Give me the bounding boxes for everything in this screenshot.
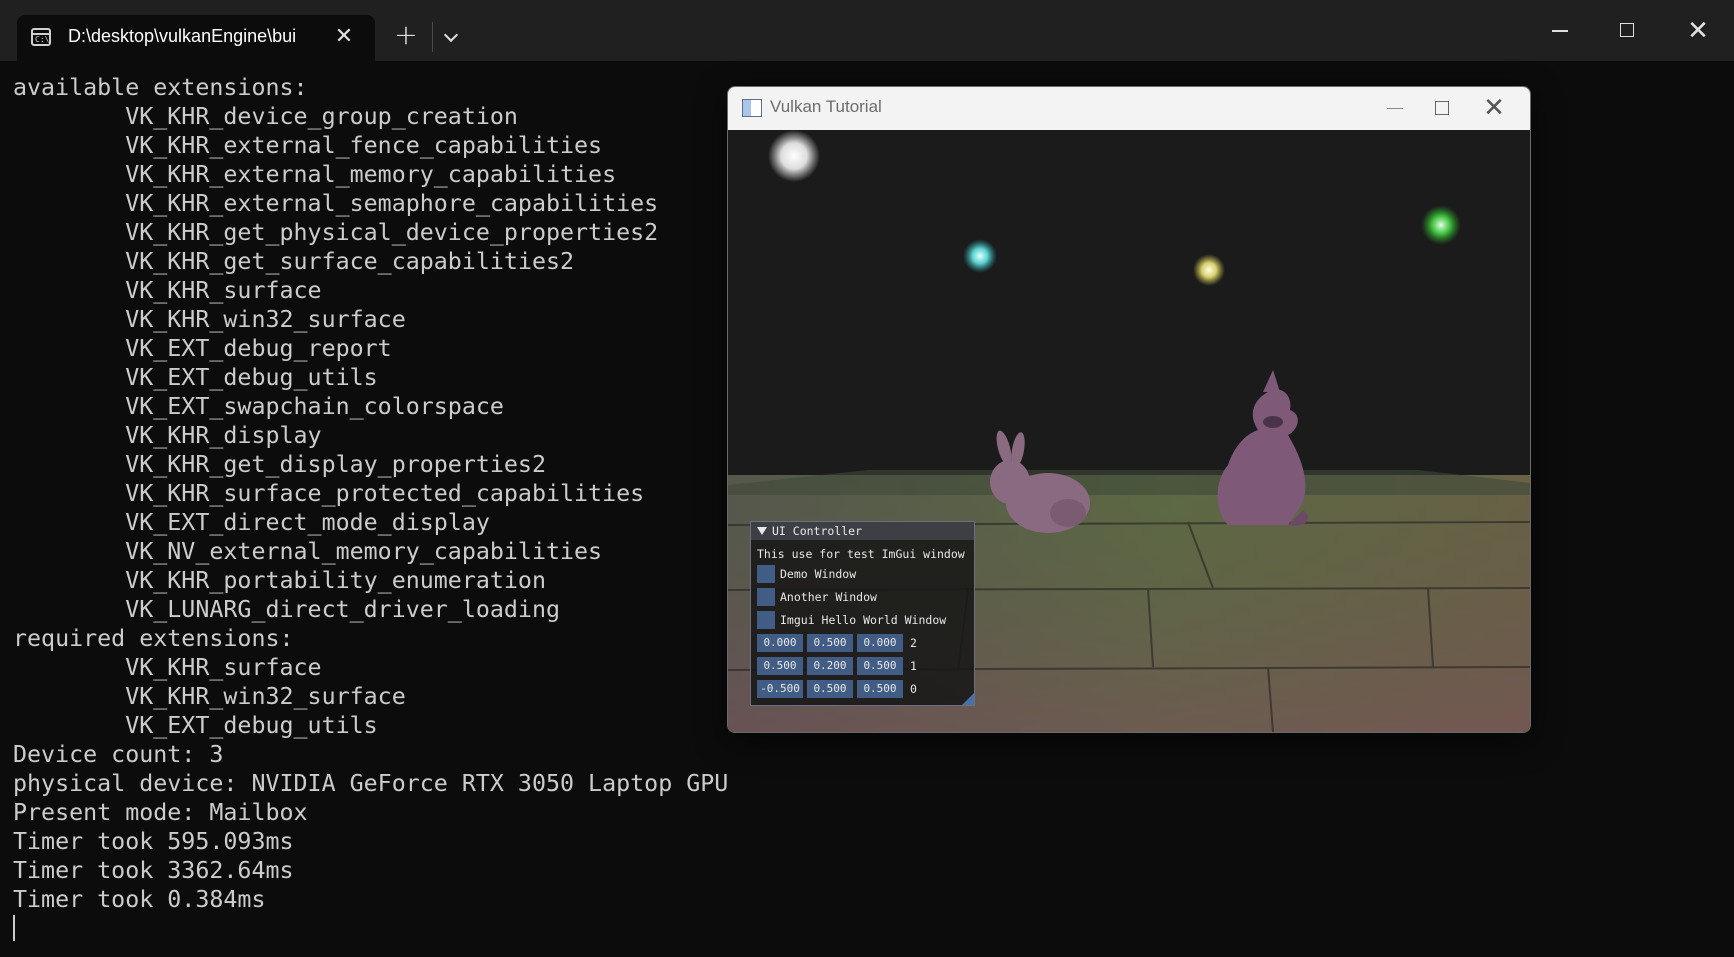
terminal-tab[interactable]: C:\ D:\desktop\vulkanEngine\bui ✕ bbox=[17, 15, 375, 61]
console-line: physical device: NVIDIA GeForce RTX 3050… bbox=[13, 770, 729, 797]
text-cursor bbox=[13, 915, 15, 941]
console-line: Device count: 3 bbox=[13, 741, 224, 768]
console-line: VK_EXT_debug_utils bbox=[13, 364, 378, 391]
vulkan-maximize-button[interactable] bbox=[1422, 91, 1462, 125]
console-line: Present mode: Mailbox bbox=[13, 799, 308, 826]
terminal-icon: C:\ bbox=[31, 28, 51, 46]
checkbox-box[interactable] bbox=[757, 611, 775, 629]
console-output: available extensions: VK_KHR_device_grou… bbox=[13, 73, 728, 914]
chevron-down-icon[interactable] bbox=[440, 22, 464, 50]
console-line: Timer took 0.384ms bbox=[13, 886, 266, 913]
drag-float-y[interactable]: 0.500 bbox=[807, 634, 853, 652]
drag-float-y[interactable]: 0.500 bbox=[807, 680, 853, 698]
console-line: VK_KHR_win32_surface bbox=[13, 306, 406, 333]
vulkan-window: Vulkan Tutorial ✕ UI Controller This use… bbox=[727, 86, 1531, 733]
new-tab-button[interactable]: + bbox=[391, 20, 421, 50]
checkbox-box[interactable] bbox=[757, 588, 775, 606]
white-light-orb bbox=[768, 130, 820, 182]
minimize-button[interactable] bbox=[1540, 14, 1580, 48]
close-tab-icon[interactable]: ✕ bbox=[331, 24, 357, 50]
row-label: 2 bbox=[910, 636, 917, 650]
tab-title: D:\desktop\vulkanEngine\bui bbox=[68, 26, 297, 46]
green-light-orb bbox=[1421, 205, 1461, 245]
vulkan-minimize-button[interactable] bbox=[1375, 91, 1415, 125]
drag-float-y[interactable]: 0.200 bbox=[807, 657, 853, 675]
console-line: VK_KHR_external_memory_capabilities bbox=[13, 161, 617, 188]
drag-float-z[interactable]: 0.500 bbox=[857, 680, 903, 698]
console-line: VK_KHR_get_physical_device_properties2 bbox=[13, 219, 659, 246]
checkbox-label: Demo Window bbox=[780, 567, 857, 581]
console-line: available extensions: bbox=[13, 74, 308, 101]
console-line: VK_KHR_get_display_properties2 bbox=[13, 451, 546, 478]
resize-grip-icon[interactable] bbox=[962, 693, 974, 705]
console-line: VK_EXT_swapchain_colorspace bbox=[13, 393, 504, 420]
imgui-description: This use for test ImGui window bbox=[757, 547, 965, 561]
checkbox-box[interactable] bbox=[757, 565, 775, 583]
console-line: Timer took 595.093ms bbox=[13, 828, 294, 855]
console-line: VK_KHR_external_fence_capabilities bbox=[13, 132, 603, 159]
terminal-titlebar: C:\ D:\desktop\vulkanEngine\bui ✕ + ✕ bbox=[0, 0, 1734, 61]
console-line: VK_KHR_external_semaphore_capabilities bbox=[13, 190, 659, 217]
tab-divider bbox=[432, 22, 433, 52]
console-line: VK_KHR_win32_surface bbox=[13, 683, 406, 710]
floor-edge bbox=[728, 470, 1530, 495]
imgui-title: UI Controller bbox=[772, 524, 863, 538]
imgui-title-bar[interactable]: UI Controller bbox=[751, 522, 974, 540]
console-line: VK_KHR_display bbox=[13, 422, 322, 449]
vulkan-titlebar: Vulkan Tutorial ✕ bbox=[728, 87, 1530, 130]
yellow-light-orb bbox=[1193, 254, 1225, 286]
vulkan-window-title: Vulkan Tutorial bbox=[770, 97, 882, 116]
console-line: VK_EXT_direct_mode_display bbox=[13, 509, 490, 536]
console-line: VK_EXT_debug_report bbox=[13, 335, 392, 362]
console-line: Timer took 3362.64ms bbox=[13, 857, 294, 884]
row-label: 1 bbox=[910, 659, 917, 673]
console-line: VK_EXT_debug_utils bbox=[13, 712, 378, 739]
maximize-button[interactable] bbox=[1608, 14, 1648, 48]
console-line: VK_KHR_surface bbox=[13, 277, 322, 304]
console-line: VK_LUNARG_direct_driver_loading bbox=[13, 596, 561, 623]
checkbox-label: Another Window bbox=[780, 590, 877, 604]
console-line: required extensions: bbox=[13, 625, 294, 652]
row-label: 0 bbox=[910, 682, 917, 696]
cyan-light-orb bbox=[963, 239, 997, 273]
console-line: VK_KHR_get_surface_capabilities2 bbox=[13, 248, 575, 275]
drag-float-z[interactable]: 0.500 bbox=[857, 657, 903, 675]
imgui-ui-controller-panel[interactable]: UI Controller This use for test ImGui wi… bbox=[750, 521, 975, 706]
drag-float-x[interactable]: -0.500 bbox=[757, 680, 803, 698]
console-line: VK_KHR_surface bbox=[13, 654, 322, 681]
close-window-button[interactable]: ✕ bbox=[1678, 14, 1718, 48]
console-line: VK_NV_external_memory_capabilities bbox=[13, 538, 603, 565]
drag-float-x[interactable]: 0.500 bbox=[757, 657, 803, 675]
drag-float-z[interactable]: 0.000 bbox=[857, 634, 903, 652]
drag-float-x[interactable]: 0.000 bbox=[757, 634, 803, 652]
terminal-icon-label: C:\ bbox=[35, 35, 50, 44]
collapse-triangle-icon[interactable] bbox=[757, 527, 767, 535]
checkbox-label: Imgui Hello World Window bbox=[780, 613, 947, 627]
console-line: VK_KHR_surface_protected_capabilities bbox=[13, 480, 645, 507]
console-line: VK_KHR_device_group_creation bbox=[13, 103, 518, 130]
vulkan-close-button[interactable]: ✕ bbox=[1474, 91, 1514, 125]
app-window-icon bbox=[742, 99, 762, 117]
console-line: VK_KHR_portability_enumeration bbox=[13, 567, 546, 594]
